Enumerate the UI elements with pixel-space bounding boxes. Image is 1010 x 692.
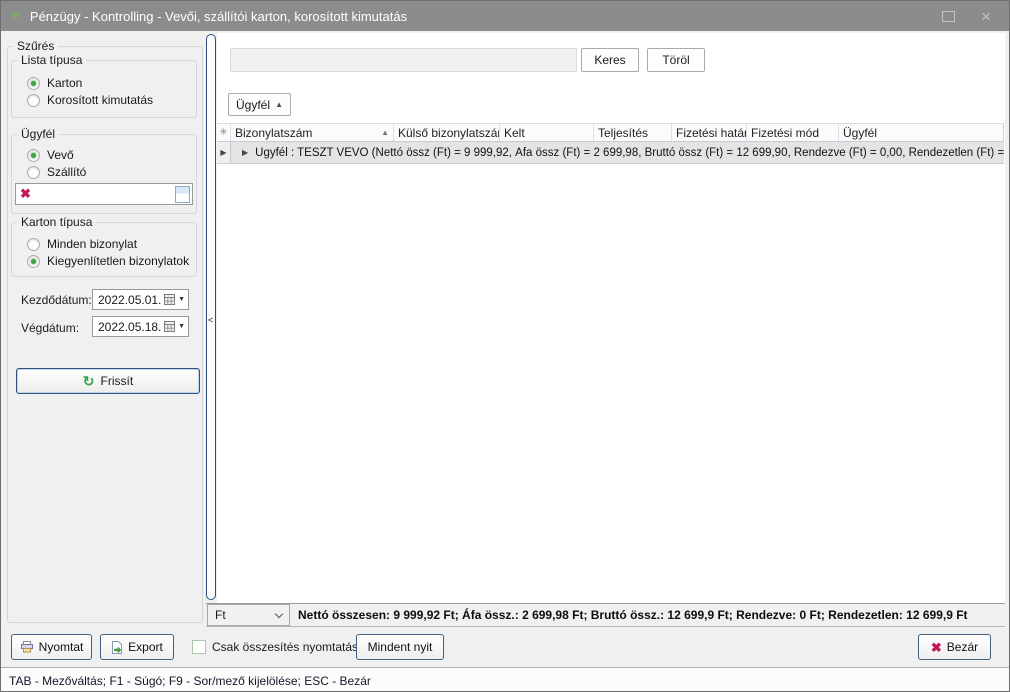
export-button[interactable]: Export <box>100 634 174 660</box>
radio-icon <box>27 238 40 251</box>
grid-header: ✳ Bizonylatszám ▲ Külső bizonylatszám ▲ … <box>217 123 1004 142</box>
column-label: Bizonylatszám <box>235 126 312 140</box>
radio-szallito[interactable]: Szállító <box>27 164 86 180</box>
window-controls: × <box>942 8 991 25</box>
export-icon <box>111 641 123 654</box>
app-icon: ✳ <box>10 8 21 24</box>
column-label: Ügyfél <box>843 126 877 140</box>
radio-label: Szállító <box>47 165 86 179</box>
close-button-label: Bezár <box>947 640 978 654</box>
partner-label: Ügyfél <box>17 127 59 141</box>
radio-icon <box>27 94 40 107</box>
grid-group-row[interactable]: ▶ ▶ Ügyfél : TESZT VEVŐ (Nettó össz (Ft)… <box>217 142 1004 164</box>
column-label: Kelt <box>504 126 525 140</box>
grid-corner-icon: ✳ <box>217 124 231 141</box>
partner-lookup-button[interactable] <box>175 186 190 203</box>
summary-bar: Ft Nettó összesen: 9 999,92 Ft; Áfa össz… <box>206 603 1005 627</box>
filter-group-label: Szűrés <box>13 39 58 53</box>
radio-icon <box>27 255 40 268</box>
radio-vevo[interactable]: Vevő <box>27 147 74 163</box>
column-header-bizonylatszam[interactable]: Bizonylatszám ▲ <box>231 124 394 141</box>
group-by-chip-label: Ügyfél <box>236 98 270 112</box>
chevron-down-icon <box>275 609 283 617</box>
group-by-chip[interactable]: Ügyfél ▲ <box>228 93 291 116</box>
radio-icon <box>27 149 40 162</box>
refresh-button-label: Frissít <box>101 374 134 388</box>
column-header-kelt[interactable]: Kelt <box>500 124 594 141</box>
search-input[interactable] <box>230 48 577 72</box>
start-date-value: 2022.05.01. <box>98 293 161 307</box>
partner-search-field[interactable]: ✖ <box>15 183 193 205</box>
open-all-button[interactable]: Mindent nyit <box>356 634 444 660</box>
radio-label: Karton <box>47 76 82 90</box>
expand-arrow-icon[interactable]: ▶ <box>242 148 248 157</box>
end-date-label: Végdátum: <box>21 321 79 335</box>
print-button-label: Nyomtat <box>39 640 84 654</box>
radio-karton[interactable]: Karton <box>27 75 82 91</box>
refresh-button[interactable]: ↻ Frissít <box>16 368 200 394</box>
sort-asc-icon[interactable]: ▲ <box>275 100 283 109</box>
radio-minden-bizonylat[interactable]: Minden bizonylat <box>27 236 137 252</box>
search-button[interactable]: Keres <box>581 48 639 72</box>
radio-label: Kiegyenlítetlen bizonylatok <box>47 254 189 268</box>
dropdown-arrow-icon[interactable]: ▼ <box>178 323 185 330</box>
summary-totals-text: Nettó összesen: 9 999,92 Ft; Áfa össz.: … <box>298 604 968 627</box>
sort-asc-icon: ▲ <box>378 128 389 137</box>
end-date-field[interactable]: 2022.05.18. ▼ <box>92 316 189 337</box>
summary-only-checkbox[interactable] <box>192 640 206 654</box>
column-label: Teljesítés <box>598 126 648 140</box>
open-all-button-label: Mindent nyit <box>368 640 433 654</box>
radio-icon <box>27 166 40 179</box>
close-icon[interactable]: × <box>981 8 991 25</box>
radio-label: Vevő <box>47 148 74 162</box>
status-bar: TAB - Mezőváltás; F1 - Súgó; F9 - Sor/me… <box>1 667 1009 692</box>
radio-label: Korosított kimutatás <box>47 93 153 107</box>
maximize-icon[interactable] <box>942 11 955 22</box>
column-label: Fizetési mód <box>751 126 819 140</box>
column-label: Külső bizonylatszám <box>398 126 500 140</box>
app-window: ✳ Pénzügy - Kontrolling - Vevői, szállít… <box>0 0 1010 692</box>
clear-search-button-label: Töröl <box>662 53 689 67</box>
refresh-icon: ↻ <box>83 374 95 388</box>
main-panel <box>217 33 1005 603</box>
title-bar: ✳ Pénzügy - Kontrolling - Vevői, szállít… <box>1 1 1009 31</box>
start-date-label: Kezdődátum: <box>21 293 92 307</box>
sidebar-splitter[interactable]: < <box>206 34 216 600</box>
column-label: Fizetési határi <box>676 126 747 140</box>
group-row-text: Ügyfél : TESZT VEVŐ (Nettó össz (Ft) = 9… <box>255 147 1004 159</box>
start-date-field[interactable]: 2022.05.01. ▼ <box>92 289 189 310</box>
close-x-icon: ✖ <box>931 641 942 654</box>
calendar-icon[interactable] <box>164 321 175 332</box>
radio-kiegyenlitetlen[interactable]: Kiegyenlítetlen bizonylatok <box>27 253 189 269</box>
end-date-value: 2022.05.18. <box>98 320 161 334</box>
column-header-fizetesi-mod[interactable]: Fizetési mód <box>747 124 839 141</box>
export-button-label: Export <box>128 640 163 654</box>
summary-only-checkbox-label[interactable]: Csak összesítés nyomtatása <box>212 634 365 660</box>
close-button[interactable]: ✖ Bezár <box>918 634 991 660</box>
column-header-kulso-bizonylatszam[interactable]: Külső bizonylatszám ▲ <box>394 124 500 141</box>
calendar-icon[interactable] <box>164 294 175 305</box>
radio-korositott-kimutatas[interactable]: Korosított kimutatás <box>27 92 153 108</box>
column-header-teljesites[interactable]: Teljesítés <box>594 124 672 141</box>
currency-select[interactable]: Ft <box>207 604 290 626</box>
radio-icon <box>27 77 40 90</box>
search-button-label: Keres <box>594 53 625 67</box>
column-header-fizetesi-hatarido[interactable]: Fizetési határi <box>672 124 747 141</box>
print-button[interactable]: Nyomtat <box>11 634 92 660</box>
status-bar-text: TAB - Mezőváltás; F1 - Súgó; F9 - Sor/me… <box>9 674 371 688</box>
radio-label: Minden bizonylat <box>47 237 137 251</box>
dropdown-arrow-icon[interactable]: ▼ <box>178 296 185 303</box>
card-type-label: Karton típusa <box>17 215 96 229</box>
collapse-arrow-icon[interactable]: < <box>208 315 213 325</box>
currency-value: Ft <box>215 608 226 622</box>
row-indicator-icon: ▶ <box>217 142 231 163</box>
clear-icon[interactable]: ✖ <box>20 186 31 202</box>
window-title: Pénzügy - Kontrolling - Vevői, szállítói… <box>30 9 407 24</box>
list-type-label: Lista típusa <box>17 53 86 67</box>
column-header-ugyfel[interactable]: Ügyfél <box>839 124 1004 141</box>
printer-icon <box>20 641 34 653</box>
clear-search-button[interactable]: Töröl <box>647 48 705 72</box>
